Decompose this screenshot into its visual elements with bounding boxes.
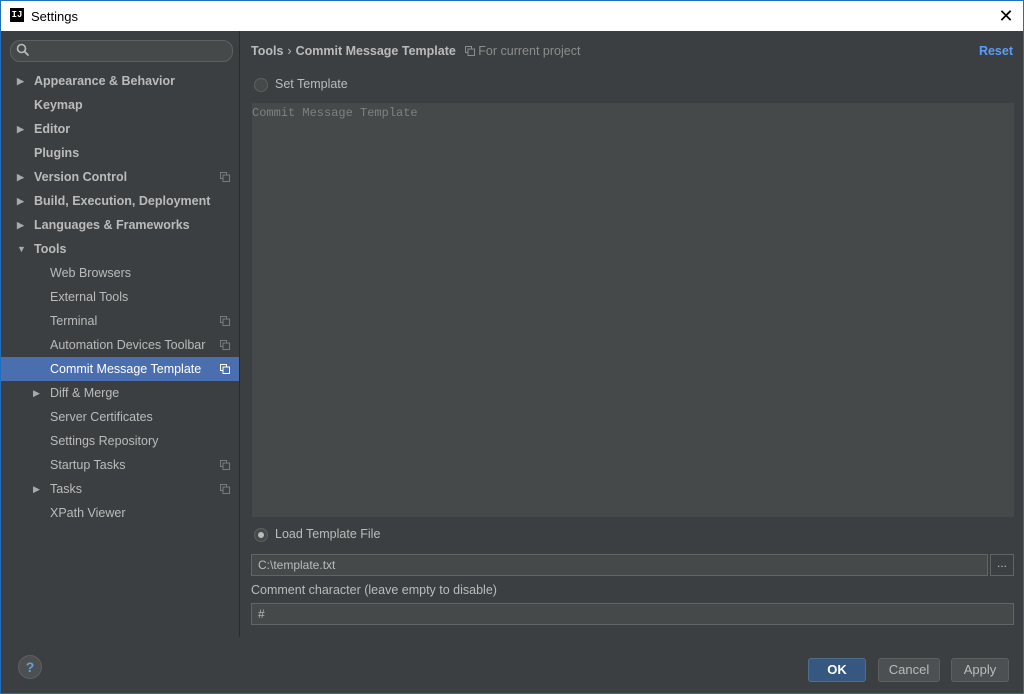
sidebar-item-terminal[interactable]: Terminal [1, 309, 239, 333]
project-level-icon [220, 364, 230, 374]
template-file-path-field[interactable]: C:\template.txt [251, 554, 988, 576]
collapsed-arrow-icon[interactable]: ▶ [17, 213, 27, 237]
collapsed-arrow-icon[interactable]: ▶ [17, 117, 27, 141]
sidebar-item-label: Startup Tasks [50, 458, 126, 472]
sidebar-item-label: Tasks [50, 482, 82, 496]
project-scope-label: For current project [478, 44, 581, 58]
breadcrumb-separator: › [287, 44, 292, 58]
sidebar-item-plugins[interactable]: Plugins [1, 141, 239, 165]
settings-window: IJ Settings ✕ ▶ Appearance & Behavior Keym… [0, 0, 1024, 694]
project-level-icon [220, 484, 230, 494]
close-icon[interactable]: ✕ [995, 5, 1017, 27]
sidebar-item-external-tools[interactable]: External Tools [1, 285, 239, 309]
project-level-icon [220, 460, 230, 470]
dialog-footer: ? OK Cancel Apply [1, 637, 1023, 693]
sidebar-item-automation-devices-toolbar[interactable]: Automation Devices Toolbar [1, 333, 239, 357]
collapsed-arrow-icon[interactable]: ▶ [17, 189, 27, 213]
sidebar-item-label: Automation Devices Toolbar [50, 338, 206, 352]
project-level-icon [220, 172, 230, 182]
template-text: Commit Message Template [252, 106, 418, 120]
sidebar-item-label: External Tools [50, 290, 129, 304]
sidebar-item-label: Editor [34, 122, 71, 136]
sidebar-item-tasks[interactable]: ▶ Tasks [1, 477, 239, 501]
breadcrumb-parent: Tools [251, 44, 284, 58]
sidebar-item-editor[interactable]: ▶ Editor [1, 117, 239, 141]
collapsed-arrow-icon[interactable]: ▶ [33, 477, 43, 501]
sidebar-item-build-execution-deployment[interactable]: ▶ Build, Execution, Deployment [1, 189, 239, 213]
sidebar-item-label: Tools [34, 242, 67, 256]
comment-character-field[interactable]: # [251, 603, 1014, 625]
project-scope-icon [465, 46, 476, 56]
sidebar-item-commit-message-template[interactable]: Commit Message Template [1, 357, 239, 381]
window-title: Settings [31, 9, 78, 24]
sidebar-item-label: Web Browsers [50, 266, 132, 280]
sidebar-item-languages-frameworks[interactable]: ▶ Languages & Frameworks [1, 213, 239, 237]
sidebar-item-appearance-behavior[interactable]: ▶ Appearance & Behavior [1, 69, 239, 93]
sidebar-item-diff-merge[interactable]: ▶ Diff & Merge [1, 381, 239, 405]
sidebar-item-server-certificates[interactable]: Server Certificates [1, 405, 239, 429]
collapsed-arrow-icon[interactable]: ▶ [17, 165, 27, 189]
sidebar-item-version-control[interactable]: ▶ Version Control [1, 165, 239, 189]
search-icon [16, 43, 30, 57]
sidebar-item-label: Server Certificates [50, 410, 153, 424]
title-bar: IJ Settings ✕ [1, 1, 1023, 31]
expanded-arrow-icon[interactable]: ▼ [17, 237, 27, 261]
apply-button[interactable]: Apply [951, 658, 1009, 682]
sidebar-item-label: XPath Viewer [50, 506, 126, 520]
search-input[interactable] [33, 42, 227, 60]
set-template-radio[interactable] [254, 78, 268, 92]
help-button[interactable]: ? [18, 655, 42, 679]
ok-button[interactable]: OK [808, 658, 866, 682]
collapsed-arrow-icon[interactable]: ▶ [33, 381, 43, 405]
search-box[interactable] [10, 40, 233, 62]
project-level-icon [220, 340, 230, 350]
sidebar-item-label: Build, Execution, Deployment [34, 194, 211, 208]
project-level-icon [220, 316, 230, 326]
sidebar-item-label: Commit Message Template [50, 362, 202, 376]
sidebar-item-keymap[interactable]: Keymap [1, 93, 239, 117]
cancel-button[interactable]: Cancel [878, 658, 940, 682]
sidebar-item-label: Settings Repository [50, 434, 159, 448]
breadcrumb-current: Commit Message Template [295, 44, 456, 58]
sidebar-item-web-browsers[interactable]: Web Browsers [1, 261, 239, 285]
load-template-radio[interactable] [254, 528, 268, 542]
load-template-label[interactable]: Load Template File [275, 527, 380, 541]
comment-character-label: Comment character (leave empty to disabl… [251, 583, 497, 597]
settings-content: Tools › Commit Message Template For curren… [240, 31, 1023, 637]
sidebar-item-settings-repository[interactable]: Settings Repository [1, 429, 239, 453]
breadcrumb: Tools › Commit Message Template For curren… [251, 44, 580, 58]
settings-sidebar: ▶ Appearance & Behavior Keymap ▶ Editor Plugi… [1, 31, 240, 637]
intellij-logo-icon: IJ [10, 8, 24, 22]
collapsed-arrow-icon[interactable]: ▶ [17, 69, 27, 93]
sidebar-item-label: Languages & Frameworks [34, 218, 190, 232]
sidebar-item-label: Appearance & Behavior [34, 74, 176, 88]
project-scope: For current project [465, 44, 580, 58]
reset-link[interactable]: Reset [979, 44, 1013, 58]
set-template-label[interactable]: Set Template [275, 77, 348, 91]
sidebar-item-xpath-viewer[interactable]: XPath Viewer [1, 501, 239, 525]
sidebar-item-label: Version Control [34, 170, 128, 184]
sidebar-item-label: Diff & Merge [50, 386, 120, 400]
sidebar-item-label: Terminal [50, 314, 98, 328]
sidebar-item-label: Keymap [34, 98, 83, 112]
browse-button[interactable]: ... [990, 554, 1014, 576]
sidebar-item-startup-tasks[interactable]: Startup Tasks [1, 453, 239, 477]
sidebar-item-label: Plugins [34, 146, 80, 160]
sidebar-item-tools[interactable]: ▼ Tools [1, 237, 239, 261]
template-text-area[interactable]: Commit Message Template [251, 102, 1015, 518]
